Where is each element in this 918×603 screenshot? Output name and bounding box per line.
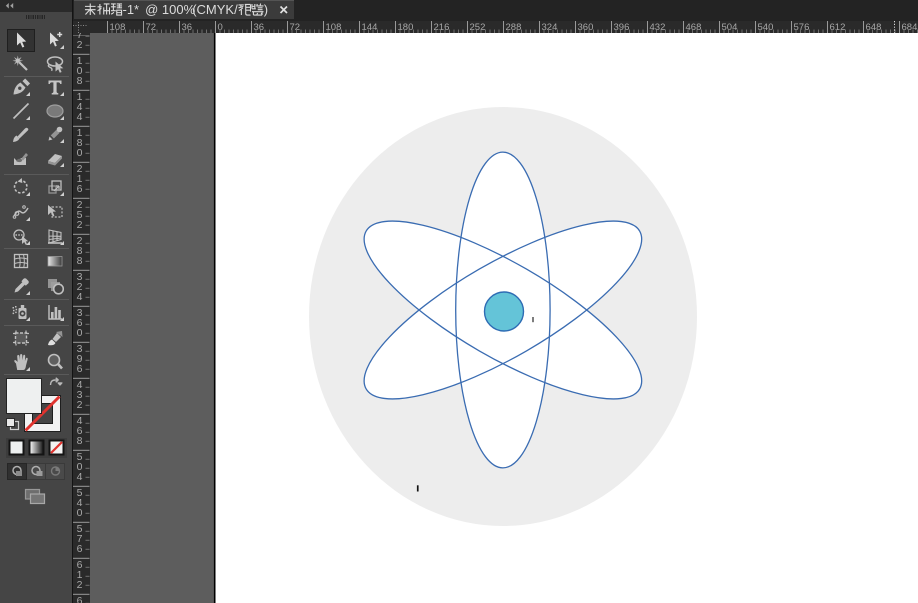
svg-text:6: 6	[77, 595, 83, 603]
svg-text:0: 0	[77, 147, 83, 159]
svg-text:4: 4	[77, 471, 83, 483]
svg-text:72: 72	[290, 22, 301, 33]
svg-text:2: 2	[77, 39, 83, 51]
svg-text:72: 72	[146, 22, 157, 33]
svg-text:6: 6	[77, 363, 83, 375]
svg-text:8: 8	[77, 255, 83, 267]
svg-text:0: 0	[77, 507, 83, 519]
svg-text:2: 2	[77, 399, 83, 411]
svg-text:8: 8	[77, 75, 83, 87]
svg-text:2: 2	[77, 579, 83, 591]
svg-text:6: 6	[77, 543, 83, 555]
svg-text:6: 6	[77, 183, 83, 195]
svg-text:2: 2	[77, 219, 83, 231]
svg-text:36: 36	[182, 22, 193, 33]
svg-text:8: 8	[77, 435, 83, 447]
svg-text:36: 36	[254, 22, 265, 33]
svg-text:4: 4	[77, 111, 83, 123]
svg-text:0: 0	[77, 327, 83, 339]
svg-text:4: 4	[77, 291, 83, 303]
